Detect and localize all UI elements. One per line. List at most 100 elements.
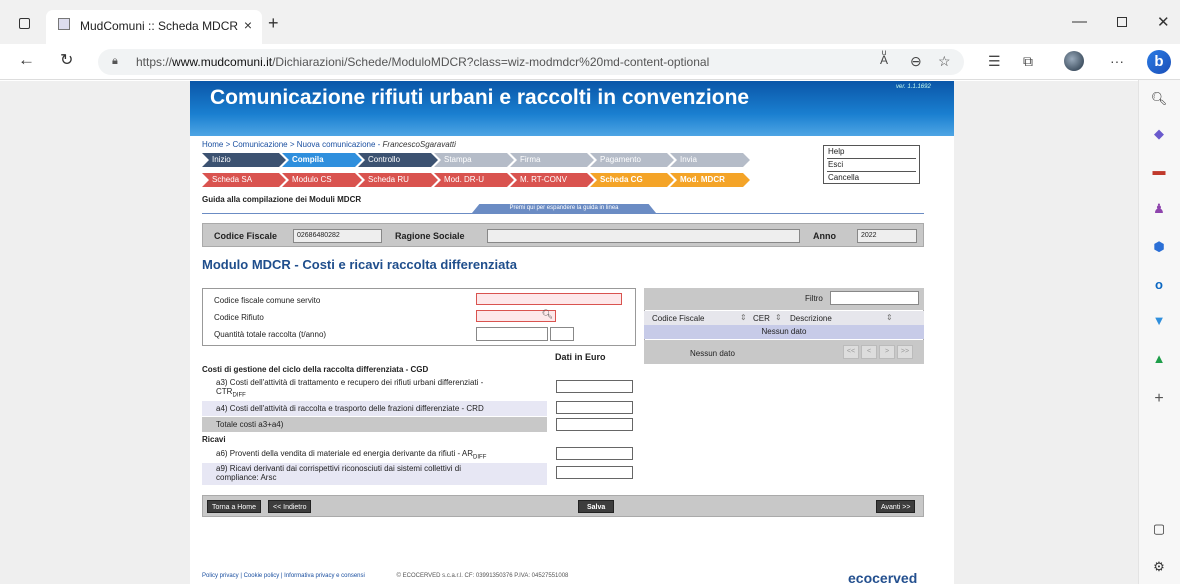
more-menu-icon[interactable]: ··· — [1110, 53, 1124, 69]
help-menu: Help Esci Cancella — [823, 145, 920, 184]
next-button[interactable]: Avanti >> — [876, 500, 916, 513]
pager-last[interactable]: >> — [897, 345, 913, 359]
guide-divider — [202, 213, 924, 214]
m-rtconv-tab[interactable]: M. RT-CONV — [510, 173, 594, 187]
grid-footer-status: Nessun dato — [690, 349, 735, 358]
row-a6: a6) Proventi della vendita di materiale … — [202, 446, 547, 462]
a6-label: a6) Proventi della vendita di materiale … — [216, 449, 474, 458]
a9-input[interactable] — [556, 466, 633, 479]
scheda-ru-tab[interactable]: Scheda RU — [358, 173, 438, 187]
step-compila[interactable]: Compila — [282, 153, 362, 167]
scheda-sa-tab[interactable]: Scheda SA — [202, 173, 286, 187]
a3-label-2: CTR — [216, 387, 233, 396]
expand-guide-button[interactable]: Premi qui per espandere la guida in line… — [472, 204, 656, 213]
sort-cf-icon[interactable]: ⇕ — [740, 313, 747, 322]
cf-value-field: 02686480282 — [293, 229, 382, 243]
footer-links[interactable]: Policy privacy | Cookie policy | Informa… — [202, 573, 365, 579]
new-tab-icon[interactable]: + — [268, 13, 279, 34]
minimize-icon[interactable]: — — [1072, 13, 1087, 30]
step-controllo[interactable]: Controllo — [358, 153, 438, 167]
row-totale: Totale costi a3+a4) — [202, 417, 547, 432]
collections-icon[interactable]: ⧉ — [1023, 53, 1033, 70]
zoom-icon[interactable]: ⊖ — [910, 53, 922, 70]
profile-avatar[interactable] — [1064, 51, 1084, 71]
breadcrumb[interactable]: Home > Comunicazione > Nuova comunicazio… — [202, 140, 456, 149]
save-button[interactable]: Salva — [578, 500, 615, 513]
pager-next[interactable]: > — [879, 345, 895, 359]
a6-subscript: DIFF — [473, 454, 487, 461]
row-a4: a4) Costi dell'attività di raccolta e tr… — [202, 401, 547, 416]
esci-link[interactable]: Esci — [828, 160, 843, 169]
favorite-add-icon[interactable]: ☆ — [938, 53, 951, 70]
favorites-icon[interactable]: ☰ — [988, 53, 1001, 70]
a3-label: a3) Costi dell'attività di trattamento e… — [216, 378, 484, 387]
tree-icon[interactable]: ▲ — [1150, 350, 1168, 368]
add-sidebar-icon[interactable]: + — [1150, 390, 1168, 408]
search-icon[interactable]: 🔍︎ — [1150, 90, 1168, 108]
cancella-link[interactable]: Cancella — [828, 173, 859, 182]
sort-descr-icon[interactable]: ⇕ — [886, 313, 893, 322]
shopping-tag-icon[interactable]: ◆ — [1150, 125, 1168, 143]
grid-empty-row: Nessun dato — [644, 325, 924, 339]
modulo-cs-tab[interactable]: Modulo CS — [282, 173, 362, 187]
outlook-icon[interactable]: o — [1150, 276, 1168, 294]
filter-label: Filtro — [805, 294, 823, 303]
send-icon[interactable]: ▼ — [1150, 312, 1168, 330]
back-button[interactable]: << Indietro — [268, 500, 312, 513]
anno-field: 2022 — [857, 229, 917, 243]
pager-first[interactable]: << — [843, 345, 859, 359]
settings-icon[interactable]: ⚙ — [1150, 558, 1168, 576]
maximize-icon[interactable] — [1117, 17, 1127, 27]
scheda-cg-tab[interactable]: Scheda CG — [590, 173, 674, 187]
module-title: Modulo MDCR - Costi e ricavi raccolta di… — [202, 257, 517, 272]
filter-input[interactable] — [830, 291, 919, 305]
mod-dru-tab[interactable]: Mod. DR-U — [434, 173, 514, 187]
browser-tab[interactable]: MudComuni :: Scheda MDCR × — [46, 10, 262, 44]
col-cer[interactable]: CER — [753, 314, 770, 323]
tab-close-icon[interactable]: × — [244, 17, 252, 33]
anno-label: Anno — [813, 231, 836, 241]
ricavi-section-title: Ricavi — [202, 435, 226, 444]
a4-input[interactable] — [556, 401, 633, 414]
col-descrizione[interactable]: Descrizione — [790, 314, 832, 323]
read-aloud-icon[interactable]: Aͧ — [880, 53, 888, 67]
a3-subscript: DIFF — [232, 392, 246, 399]
home-button[interactable]: Torna a Home — [207, 500, 261, 513]
a6-input[interactable] — [556, 447, 633, 460]
cf-servito-input[interactable] — [476, 293, 622, 305]
col-codice-fiscale[interactable]: Codice Fiscale — [652, 314, 704, 323]
dati-euro-header: Dati in Euro — [555, 352, 606, 362]
pager-prev[interactable]: < — [861, 345, 877, 359]
ragione-sociale-field — [487, 229, 800, 243]
quantita-dec-input[interactable] — [550, 327, 574, 341]
games-icon[interactable]: ♟ — [1150, 200, 1168, 218]
step-firma[interactable]: Firma — [510, 153, 594, 167]
quantita-label: Quantità totale raccolta (t/anno) — [214, 330, 327, 339]
reload-icon[interactable]: ↻ — [60, 50, 73, 70]
lookup-search-icon[interactable]: 🔍︎ — [542, 309, 553, 320]
sidebar-layout-icon[interactable]: ▢ — [1150, 520, 1168, 538]
step-invia[interactable]: Invia — [670, 153, 750, 167]
tools-icon[interactable]: ▬ — [1150, 162, 1168, 180]
url-text[interactable]: https://www.mudcomuni.it/Dichiarazioni/S… — [136, 55, 709, 69]
bing-copilot-icon[interactable]: b — [1147, 50, 1171, 74]
step-pagamento[interactable]: Pagamento — [590, 153, 674, 167]
step-inizio[interactable]: Inizio — [202, 153, 286, 167]
back-icon[interactable]: ← — [18, 50, 35, 70]
window-menu-icon[interactable] — [19, 18, 30, 29]
a3-input[interactable] — [556, 380, 633, 393]
grid-header: Codice Fiscale ⇕ CER ⇕ Descrizione ⇕ — [644, 311, 924, 325]
office-icon[interactable]: ⬢ — [1150, 238, 1168, 256]
a9-label-2: compliance: Arsc — [216, 473, 277, 482]
quantita-int-input[interactable] — [476, 327, 548, 341]
window-close-icon[interactable]: ✕ — [1157, 13, 1170, 31]
totale-input — [556, 418, 633, 431]
lock-icon[interactable]: 🔒︎ — [112, 55, 118, 68]
codice-rifiuto-input[interactable]: 🔍︎ — [476, 309, 556, 322]
footer: Policy privacy | Cookie policy | Informa… — [202, 573, 568, 579]
step-stampa[interactable]: Stampa — [434, 153, 514, 167]
mod-mdcr-tab[interactable]: Mod. MDCR — [670, 173, 750, 187]
help-link[interactable]: Help — [828, 147, 844, 156]
sort-cer-icon[interactable]: ⇕ — [775, 313, 782, 322]
cf-label: Codice Fiscale — [214, 231, 278, 241]
